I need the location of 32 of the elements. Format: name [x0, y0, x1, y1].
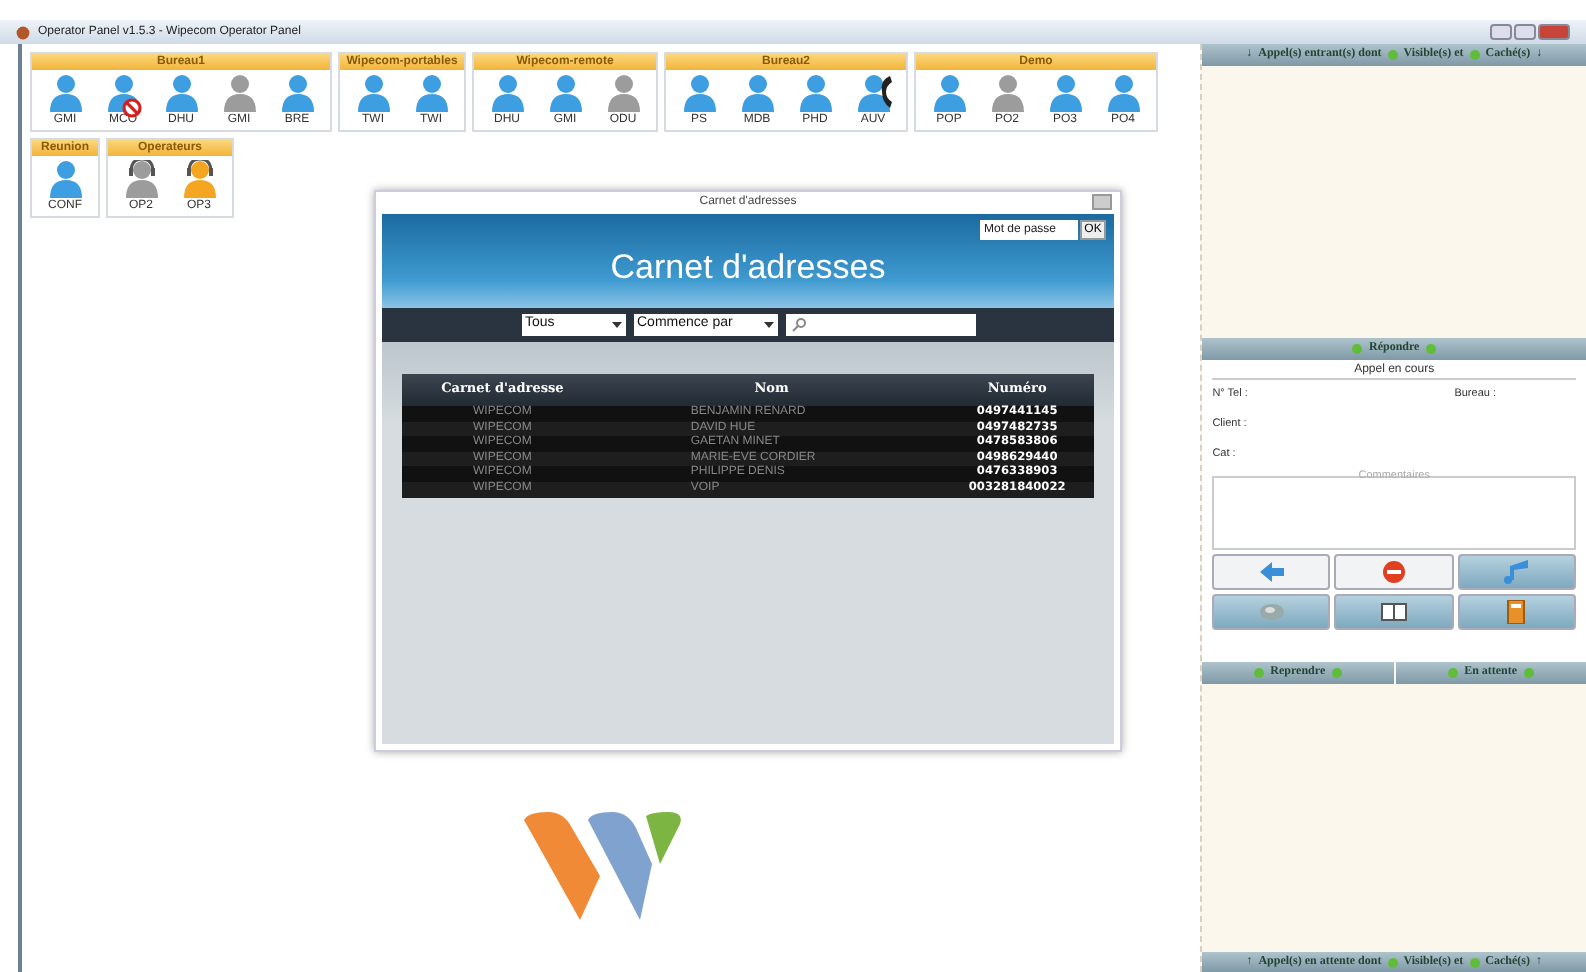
dot-icon — [1523, 668, 1534, 678]
book-icon — [1380, 600, 1409, 624]
dot-icon — [1331, 668, 1342, 678]
phone-icon — [880, 76, 892, 108]
arrow-left-icon — [1257, 560, 1286, 584]
minimize-button[interactable] — [1490, 24, 1512, 40]
dot-icon — [1352, 344, 1363, 354]
person-icon[interactable] — [855, 74, 891, 112]
dot-icon — [1448, 668, 1459, 678]
search-icon — [791, 318, 805, 332]
dot-icon — [1387, 957, 1398, 967]
stop-icon — [1380, 560, 1409, 584]
action-button[interactable] — [1457, 594, 1576, 630]
dot-icon — [1387, 50, 1398, 60]
caret-icon — [611, 322, 621, 328]
disk-icon — [1257, 600, 1286, 624]
dot-icon — [1254, 668, 1265, 678]
caret-icon — [763, 322, 773, 328]
headset-person-icon[interactable] — [181, 160, 217, 198]
close-button[interactable] — [1092, 194, 1112, 210]
app-icon — [16, 25, 30, 39]
music-note-icon — [1502, 560, 1531, 584]
dot-icon — [1425, 344, 1436, 354]
close-button[interactable] — [1538, 24, 1570, 40]
maximize-button[interactable] — [1514, 24, 1536, 40]
dialog-heading: Carnet d'adresses — [610, 245, 886, 290]
action-button[interactable] — [1334, 594, 1454, 630]
dot-icon — [1469, 50, 1480, 60]
search-field[interactable] — [785, 314, 975, 336]
headset-person-icon[interactable] — [123, 160, 159, 198]
notepad-icon — [1502, 600, 1531, 624]
dot-icon — [1469, 957, 1480, 967]
